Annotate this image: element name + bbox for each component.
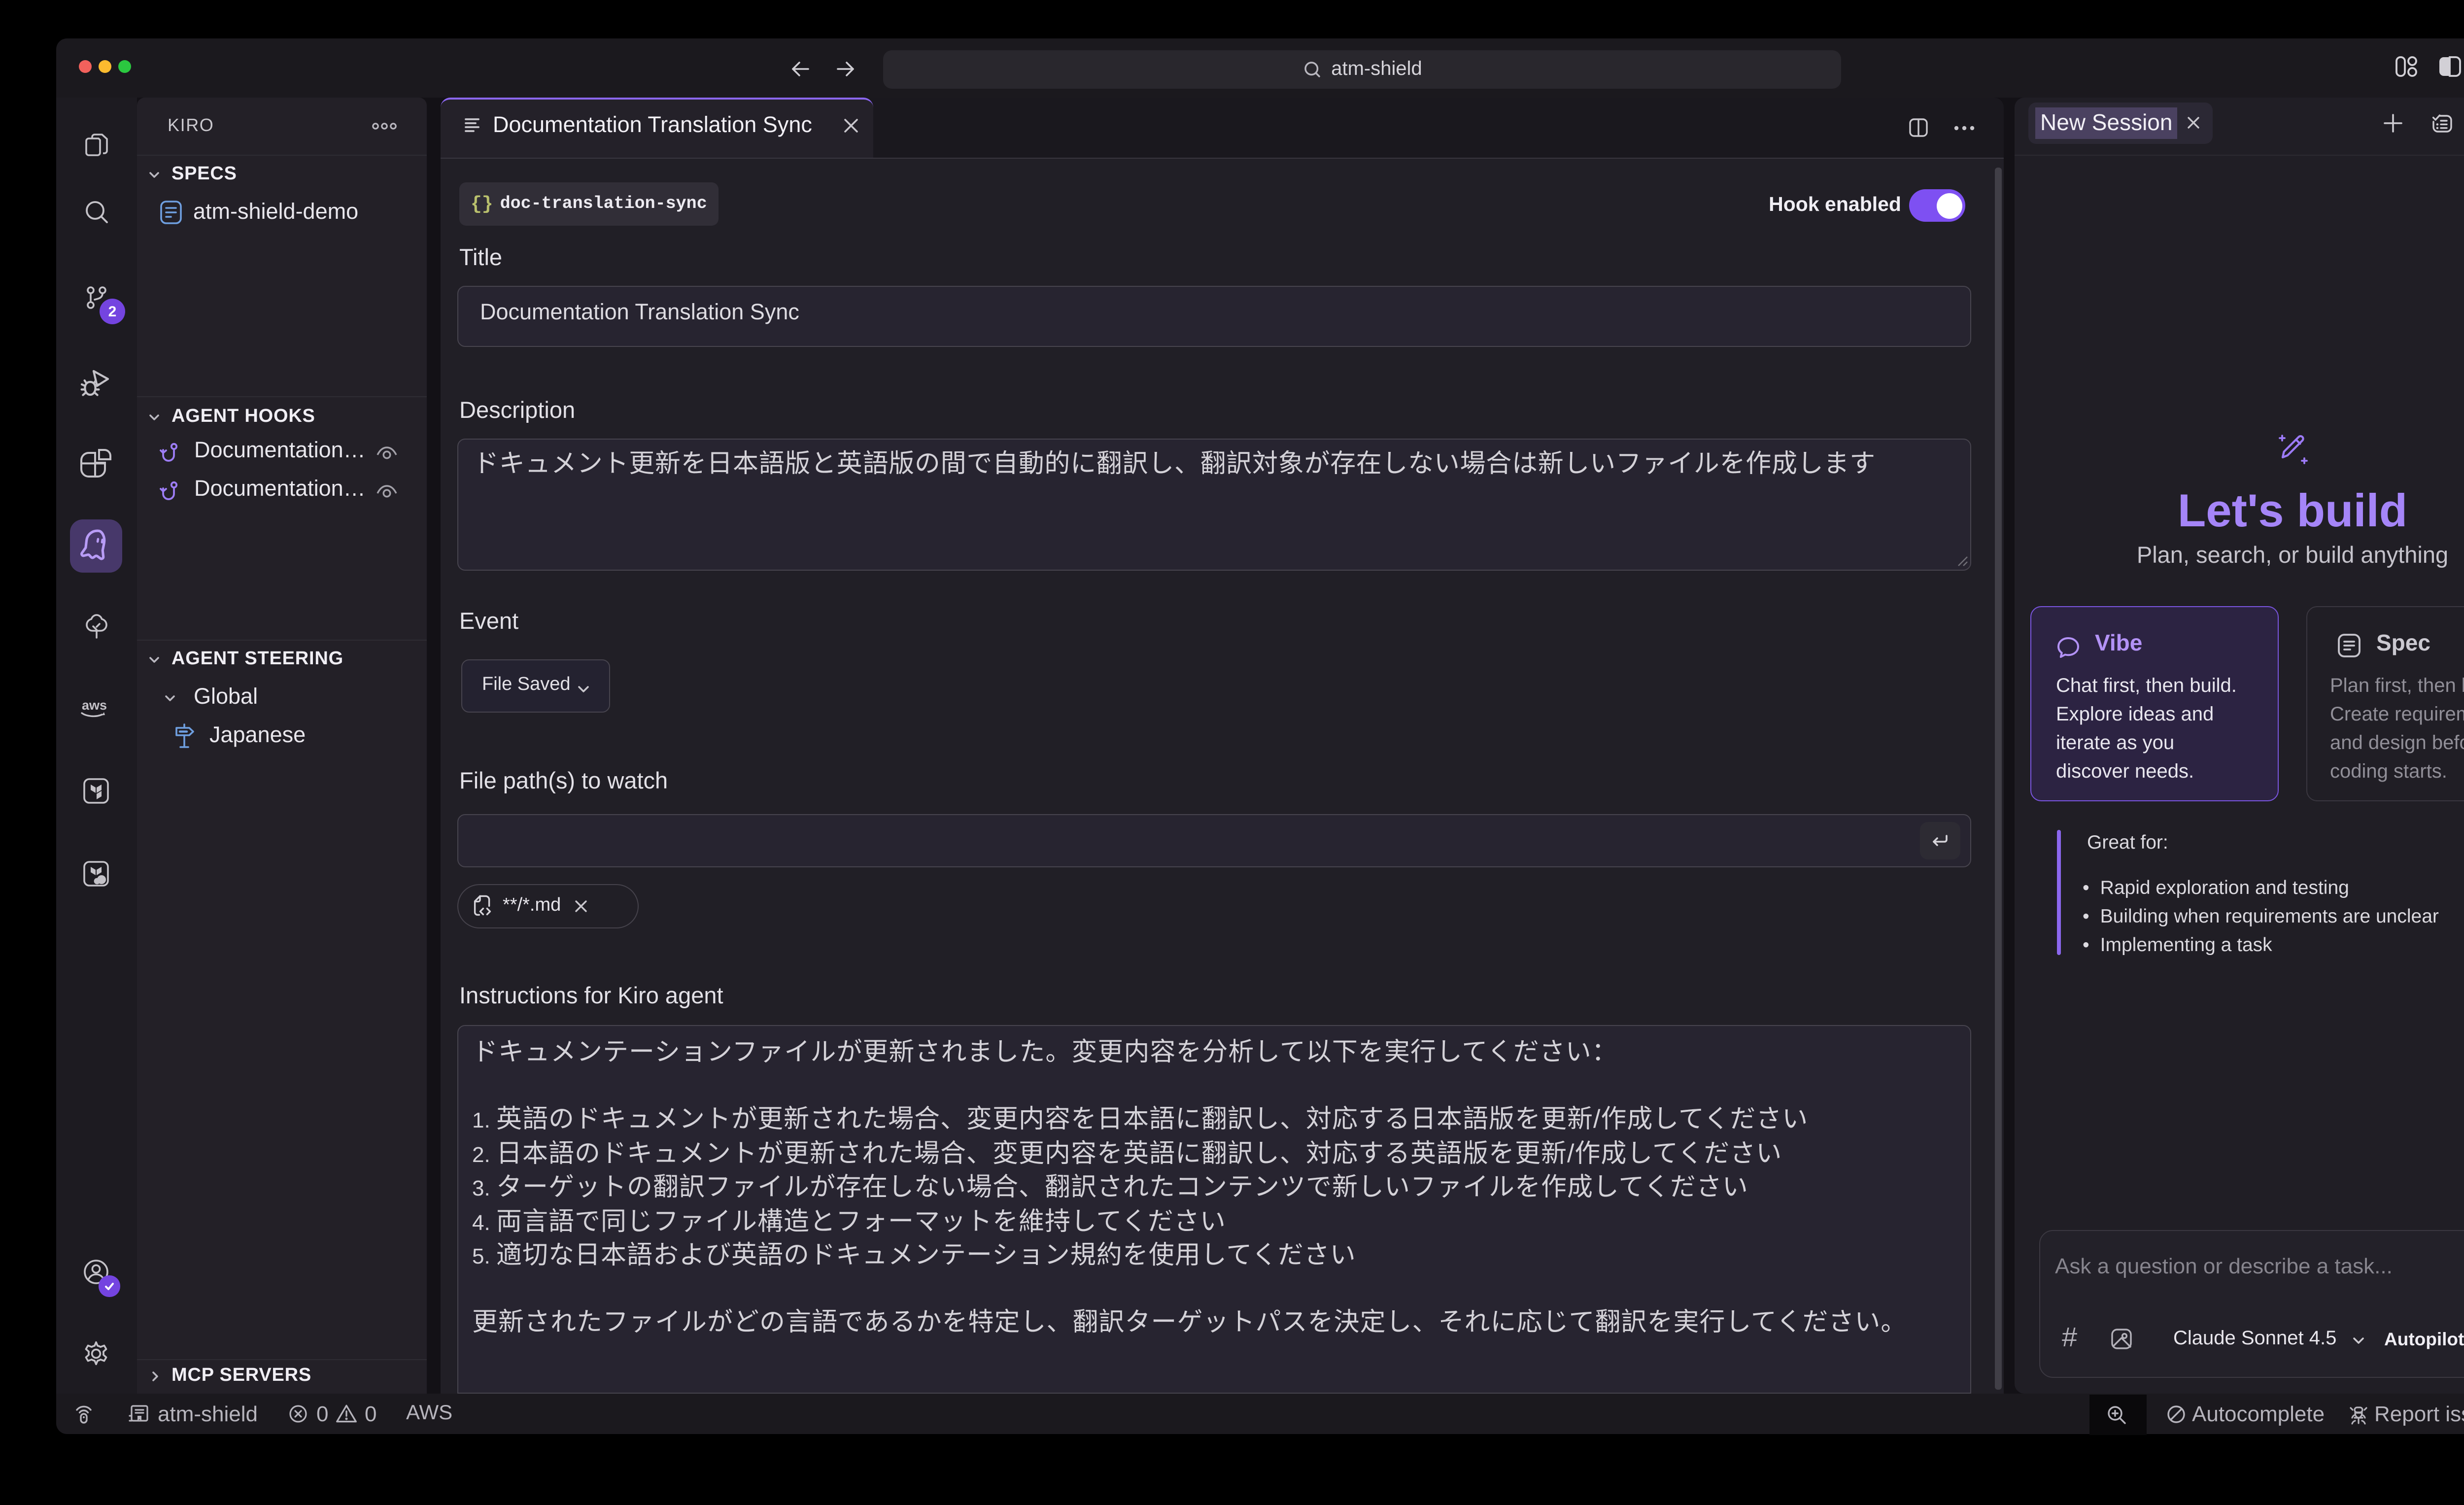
svg-text:aws: aws — [82, 698, 107, 713]
